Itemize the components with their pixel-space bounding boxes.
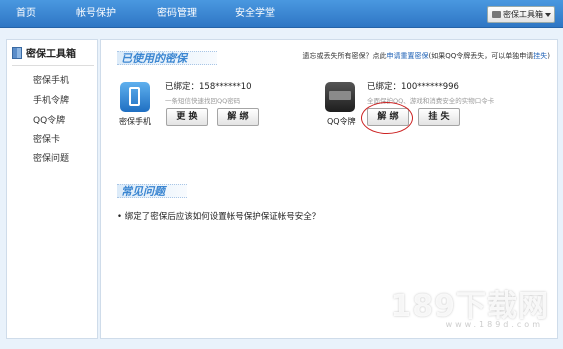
watermark-url: www.189d.com [445,320,543,329]
phone-label: 密保手机 [119,117,151,126]
book-icon [12,47,22,59]
qq-token-icon [325,82,355,112]
faq-item-link[interactable]: • 绑定了密保后应该如何设置帐号保护保证帐号安全？ [117,210,320,222]
token-label: QQ令牌 [327,117,356,126]
sidebar-item-security-question[interactable]: 密保问题 [33,151,69,164]
sidebar-item-security-phone[interactable]: 密保手机 [33,73,69,86]
change-phone-button[interactable]: 更 换 [166,108,208,126]
toolbox-icon [492,11,501,18]
reset-security-link[interactable]: 申请重置密保 [387,52,429,60]
sidebar-title-text: 密保工具箱 [26,49,76,60]
sidebar-item-mobile-token[interactable]: 手机令牌 [33,93,69,106]
sidebar-item-qq-token[interactable]: QQ令牌 [33,113,65,126]
nav-security-school[interactable]: 安全学堂 [235,0,275,28]
highlight-circle [361,102,413,134]
chevron-down-icon [545,13,551,17]
faq-section-title: 常见问题 [121,185,165,198]
reset-notice-text: 遗忘或丢失所有密保？点此 [302,52,387,60]
reset-notice-suffix: ) [547,52,550,60]
watermark-logo: 189下载网 [390,289,549,324]
sidebar-item-security-card[interactable]: 密保卡 [33,132,60,145]
sidebar: 密保工具箱 密保手机 手机令牌 QQ令牌 密保卡 密保问题 [6,39,98,339]
phone-description: 一条短信快速找回QQ密码 [165,97,241,105]
nav-home[interactable]: 首页 [16,0,36,28]
report-loss-link[interactable]: 挂失 [533,52,547,60]
phone-bound-number: 已绑定：158******10 [165,82,252,92]
top-nav-bar: 首页 帐号保护 密码管理 安全学堂 密保工具箱 [0,0,563,28]
reset-notice: 遗忘或丢失所有密保？点此申请重置密保(如果QQ令牌丢失，可以单独申请挂失) [303,51,551,61]
token-bound-number: 已绑定：100******996 [367,82,459,92]
mobile-phone-icon [120,82,150,112]
toolbox-dropdown-button[interactable]: 密保工具箱 [487,6,555,23]
report-loss-token-button[interactable]: 挂 失 [418,108,460,126]
reset-notice-mid: (如果QQ令牌丢失，可以单独申请 [428,52,534,60]
nav-password-management[interactable]: 密码管理 [157,0,197,28]
toolbox-button-label: 密保工具箱 [503,10,543,19]
nav-account-protection[interactable]: 帐号保护 [76,0,116,28]
sidebar-title: 密保工具箱 [12,44,94,66]
used-section-title: 已使用的密保 [121,52,187,65]
unbind-phone-button[interactable]: 解 绑 [217,108,259,126]
